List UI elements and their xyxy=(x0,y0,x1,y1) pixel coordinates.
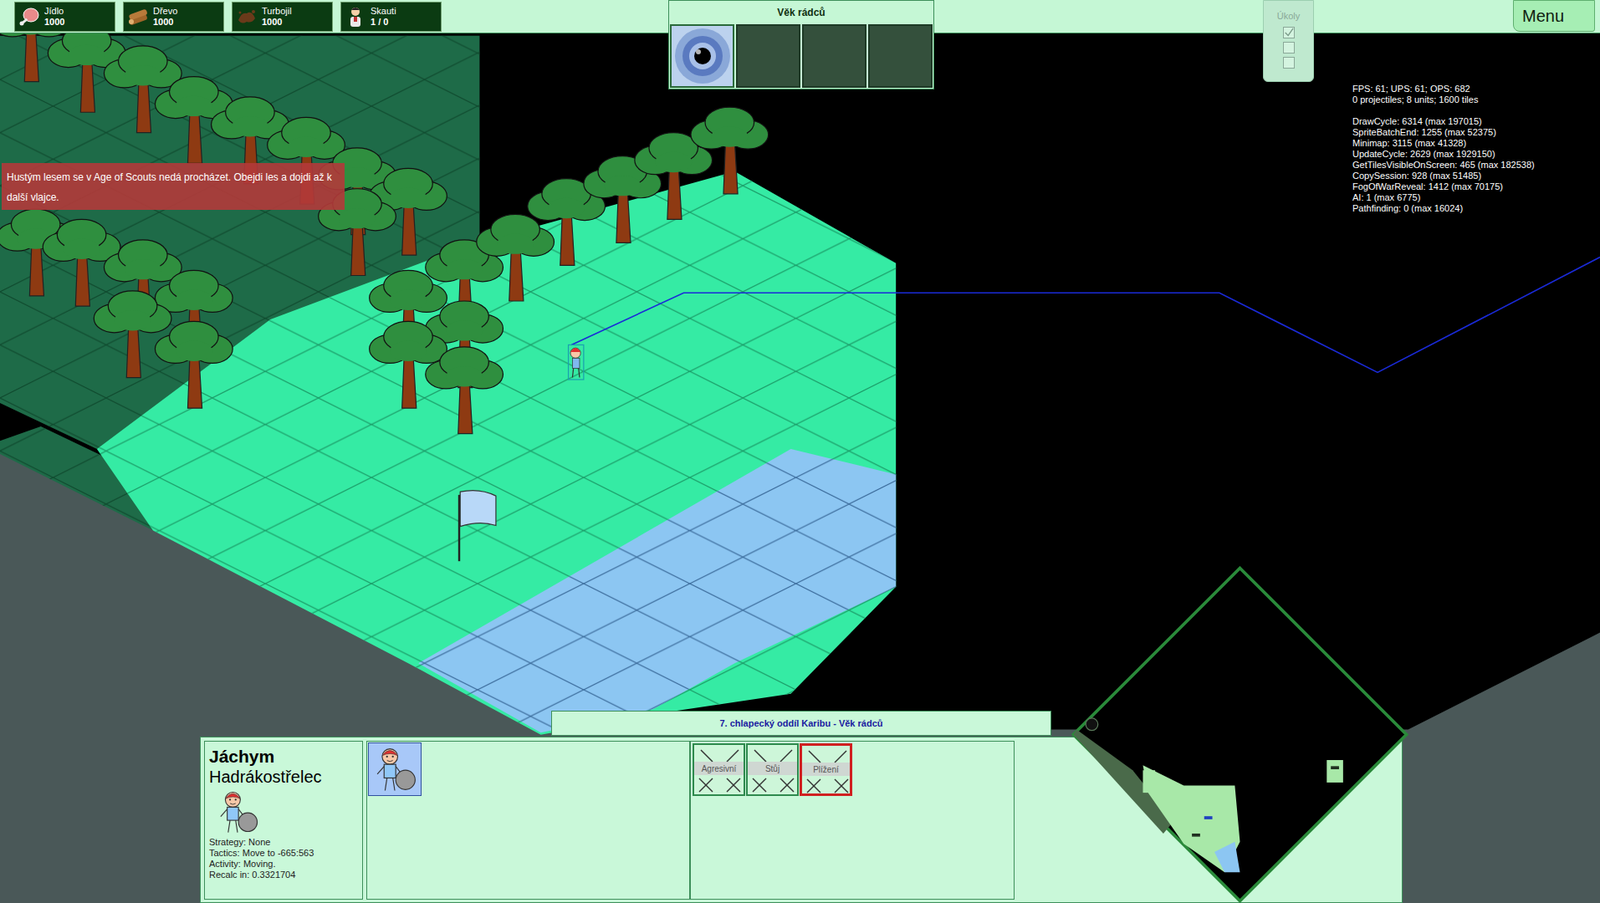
water-area xyxy=(418,449,896,733)
tree xyxy=(476,214,555,302)
scout-avatar-icon xyxy=(214,788,261,836)
debug-line: 0 projectiles; 8 units; 1600 tiles xyxy=(1352,94,1535,106)
resource-counter: Skauti1 / 0 xyxy=(340,1,442,32)
research-slot[interactable] xyxy=(669,24,735,88)
tree xyxy=(154,321,233,409)
debug-line: DrawCycle: 6314 (max 197015) xyxy=(1352,116,1535,128)
debug-line: AI: 1 (max 6775) xyxy=(1352,192,1535,204)
age-panel: Věk rádců xyxy=(668,0,935,90)
scout-icon xyxy=(343,5,368,29)
tooltip: Hustým lesem se v Age of Scouts nedá pro… xyxy=(1,163,345,210)
tree xyxy=(93,291,172,379)
unit-detail: Activity: Moving. xyxy=(209,858,358,870)
eye-icon xyxy=(673,26,732,86)
debug-line: CopySession: 928 (max 51485) xyxy=(1352,170,1535,182)
stance-button[interactable]: Stůj xyxy=(746,743,799,797)
task-checkbox[interactable] xyxy=(1283,26,1295,39)
tasks-panel[interactable]: Úkoly xyxy=(1262,0,1314,82)
tree xyxy=(425,347,504,435)
unit-detail: Recalc in: 0.3321704 xyxy=(209,869,358,881)
resource-bar: Jídlo1000Dřevo1000Turbojil1000Skauti1 / … xyxy=(14,1,442,32)
meat-icon xyxy=(17,5,41,29)
resource-counter: Turbojil1000 xyxy=(231,1,333,32)
debug-line: SpriteBatchEnd: 1255 (max 52375) xyxy=(1352,127,1535,139)
resource-counter: Jídlo1000 xyxy=(14,1,116,32)
research-slot[interactable] xyxy=(736,24,801,88)
debug-line: GetTilesVisibleOnScreen: 465 (max 182538… xyxy=(1352,159,1535,171)
grass-area xyxy=(97,171,896,736)
wood-icon xyxy=(126,5,150,29)
flag[interactable] xyxy=(459,490,496,563)
debug-line: Pathfinding: 0 (max 16024) xyxy=(1352,203,1535,215)
research-slot[interactable] xyxy=(868,24,933,88)
unit-class: Hadrákostřelec xyxy=(209,766,358,788)
tree xyxy=(690,107,769,195)
debug-overlay: FPS: 61; UPS: 61; OPS: 6820 projectiles;… xyxy=(1352,83,1535,215)
path-line xyxy=(571,257,1600,374)
turbojil-icon xyxy=(235,5,259,29)
debug-line: UpdateCycle: 2629 (max 1929150) xyxy=(1352,148,1535,160)
scout-avatar-icon xyxy=(370,745,420,794)
unit-card: JáchymHadrákostřelec Strategy: NoneTactic… xyxy=(204,741,363,900)
unit-panel-title: 7. chlapecký oddíl Karibu - Věk rádců xyxy=(551,710,1052,737)
task-checkbox[interactable] xyxy=(1283,56,1295,69)
stance-button[interactable]: Agresivní xyxy=(692,743,746,797)
debug-line: Minimap: 3115 (max 41328) xyxy=(1352,138,1535,149)
check-icon xyxy=(1283,26,1294,39)
stance-panel: AgresivníStůjPlížení xyxy=(690,741,1015,900)
unit-portrait[interactable] xyxy=(368,742,422,797)
selection-panel xyxy=(366,741,691,900)
unit-name: Jáchym xyxy=(209,746,358,767)
menu-button[interactable]: Menu xyxy=(1513,0,1595,32)
unit-detail: Tactics: Move to -665:563 xyxy=(209,848,358,859)
resource-counter: Dřevo1000 xyxy=(122,1,225,32)
debug-line: FogOfWarReveal: 1412 (max 70175) xyxy=(1352,181,1535,193)
debug-line: FPS: 61; UPS: 61; OPS: 682 xyxy=(1352,83,1535,95)
unit-detail: Strategy: None xyxy=(209,837,358,849)
minimap[interactable] xyxy=(1071,566,1409,903)
task-checkbox[interactable] xyxy=(1283,41,1295,54)
research-slot[interactable] xyxy=(802,24,867,88)
unit-jachym[interactable] xyxy=(568,344,584,379)
stance-button[interactable]: Plížení xyxy=(799,743,853,797)
